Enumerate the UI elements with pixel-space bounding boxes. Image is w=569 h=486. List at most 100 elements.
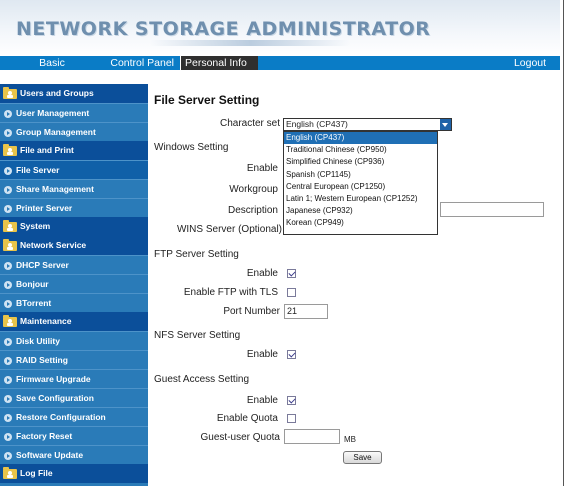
dropdown-option[interactable]: Korean (CP949) [284, 217, 437, 229]
tab-personal-info[interactable]: Personal Info [180, 56, 258, 70]
arrow-right-icon [4, 338, 12, 346]
banner-swoosh [150, 40, 350, 46]
description-label: Description [227, 205, 278, 216]
page-divider [563, 0, 564, 486]
ftp-enable-checkbox[interactable] [287, 269, 296, 278]
sidebar-item-btorrent[interactable]: BTorrent [0, 293, 148, 312]
sidebar-group-label: Maintenance [20, 316, 72, 326]
dropdown-option[interactable]: Latin 1; Western European (CP1252) [284, 193, 437, 205]
sidebar-group-log-file[interactable]: Log File [0, 464, 148, 483]
dropdown-option[interactable]: Spanish (CP1145) [284, 169, 437, 181]
arrow-right-icon [4, 129, 12, 137]
guest-enable-label: Enable [246, 395, 278, 406]
guest-user-quota-label: Guest-user Quota [200, 432, 280, 443]
sidebar-item-label: Bonjour [16, 279, 49, 289]
arrow-right-icon [4, 262, 12, 270]
sidebar-item-firmware-upgrade[interactable]: Firmware Upgrade [0, 369, 148, 388]
sidebar-item-label: Software Update [16, 450, 84, 460]
arrow-right-icon [4, 452, 12, 460]
sidebar-item-label: Disk Utility [16, 336, 60, 346]
arrow-right-icon [4, 186, 12, 194]
sidebar-item-printer-server[interactable]: Printer Server [0, 198, 148, 217]
character-set-dropdown-list[interactable]: English (CP437) Traditional Chinese (CP9… [283, 131, 438, 235]
sidebar-group-maintenance[interactable]: Maintenance [0, 312, 148, 331]
wins-server-label: WINS Server (Optional) [176, 224, 282, 235]
ftp-setting-heading: FTP Server Setting [154, 249, 239, 260]
sidebar-item-disk-utility[interactable]: Disk Utility [0, 331, 148, 350]
folder-user-icon [3, 315, 17, 327]
arrow-right-icon [4, 414, 12, 422]
character-set-value: English (CP437) [286, 119, 348, 129]
arrow-right-icon [4, 205, 12, 213]
tab-control-panel[interactable]: Control Panel [86, 56, 178, 70]
dropdown-option[interactable]: Japanese (CP932) [284, 205, 437, 217]
windows-setting-heading: Windows Setting [154, 142, 229, 153]
arrow-right-icon [4, 300, 12, 308]
character-set-select[interactable]: English (CP437) [283, 118, 452, 131]
sidebar-item-group-management[interactable]: Group Management [0, 122, 148, 141]
dropdown-option[interactable]: Central European (CP1250) [284, 181, 437, 193]
sidebar-item-label: BTorrent [16, 298, 52, 308]
arrow-right-icon [4, 281, 12, 289]
sidebar-item-label: Share Management [16, 184, 94, 194]
chevron-down-icon[interactable] [440, 119, 451, 130]
arrow-right-icon [4, 167, 12, 175]
sidebar-item-raid-setting[interactable]: RAID Setting [0, 350, 148, 369]
sidebar-item-restore-configuration[interactable]: Restore Configuration [0, 407, 148, 426]
guest-access-heading: Guest Access Setting [154, 374, 250, 385]
sidebar-group-label: File and Print [20, 145, 74, 155]
dropdown-option[interactable]: Traditional Chinese (CP950) [284, 144, 437, 156]
sidebar-item-user-management[interactable]: User Management [0, 103, 148, 122]
sidebar-item-share-management[interactable]: Share Management [0, 179, 148, 198]
sidebar-item-label: Group Management [16, 127, 96, 137]
nfs-setting-heading: NFS Server Setting [154, 330, 241, 341]
windows-enable-label: Enable [246, 163, 278, 174]
sidebar-item-label: RAID Setting [16, 355, 68, 365]
sidebar-item-label: Restore Configuration [16, 412, 106, 422]
sidebar-item-label: DHCP Server [16, 260, 69, 270]
dropdown-option[interactable]: English (CP437) [284, 132, 437, 145]
sidebar: Users and Groups User Management Group M… [0, 84, 148, 486]
nfs-enable-label: Enable [246, 349, 278, 360]
nfs-enable-checkbox[interactable] [287, 350, 296, 359]
sidebar-item-software-update[interactable]: Software Update [0, 445, 148, 464]
port-number-label: Port Number [223, 306, 280, 317]
sidebar-group-users-and-groups[interactable]: Users and Groups [0, 84, 148, 103]
enable-quota-checkbox[interactable] [287, 414, 296, 423]
sidebar-item-label: Save Configuration [16, 393, 94, 403]
ftp-tls-checkbox[interactable] [287, 288, 296, 297]
save-button[interactable]: Save [343, 451, 382, 464]
top-nav-bar [0, 56, 560, 70]
arrow-right-icon [4, 433, 12, 441]
tab-basic[interactable]: Basic [28, 56, 76, 70]
folder-user-icon [3, 87, 17, 99]
description-input[interactable] [440, 202, 544, 217]
sidebar-item-factory-reset[interactable]: Factory Reset [0, 426, 148, 445]
guest-user-quota-input[interactable] [284, 429, 340, 444]
folder-user-icon [3, 220, 17, 232]
folder-user-icon [3, 239, 17, 251]
page-title: File Server Setting [154, 93, 260, 107]
sidebar-group-label: System [20, 221, 51, 231]
arrow-right-icon [4, 110, 12, 118]
sidebar-item-save-configuration[interactable]: Save Configuration [0, 388, 148, 407]
sidebar-item-label: Firmware Upgrade [16, 374, 91, 384]
ftp-tls-label: Enable FTP with TLS [183, 287, 278, 298]
logout-link[interactable]: Logout [505, 56, 555, 70]
sidebar-item-dhcp-server[interactable]: DHCP Server [0, 255, 148, 274]
guest-enable-checkbox[interactable] [287, 396, 296, 405]
sidebar-item-file-server[interactable]: File Server [0, 160, 148, 179]
port-number-input[interactable]: 21 [284, 304, 328, 319]
page: NETWORK STORAGE ADMINISTRATOR Basic Cont… [0, 0, 569, 486]
sidebar-item-bonjour[interactable]: Bonjour [0, 274, 148, 293]
dropdown-option[interactable]: Simplified Chinese (CP936) [284, 156, 437, 168]
character-set-label: Character set [219, 118, 280, 129]
sidebar-group-file-and-print[interactable]: File and Print [0, 141, 148, 160]
arrow-right-icon [4, 357, 12, 365]
arrow-right-icon [4, 376, 12, 384]
sidebar-item-label: Factory Reset [16, 431, 73, 441]
workgroup-label: Workgroup [229, 184, 278, 195]
sidebar-group-network-service[interactable]: Network Service [0, 236, 148, 255]
ftp-enable-label: Enable [246, 268, 278, 279]
sidebar-group-system[interactable]: System [0, 217, 148, 236]
